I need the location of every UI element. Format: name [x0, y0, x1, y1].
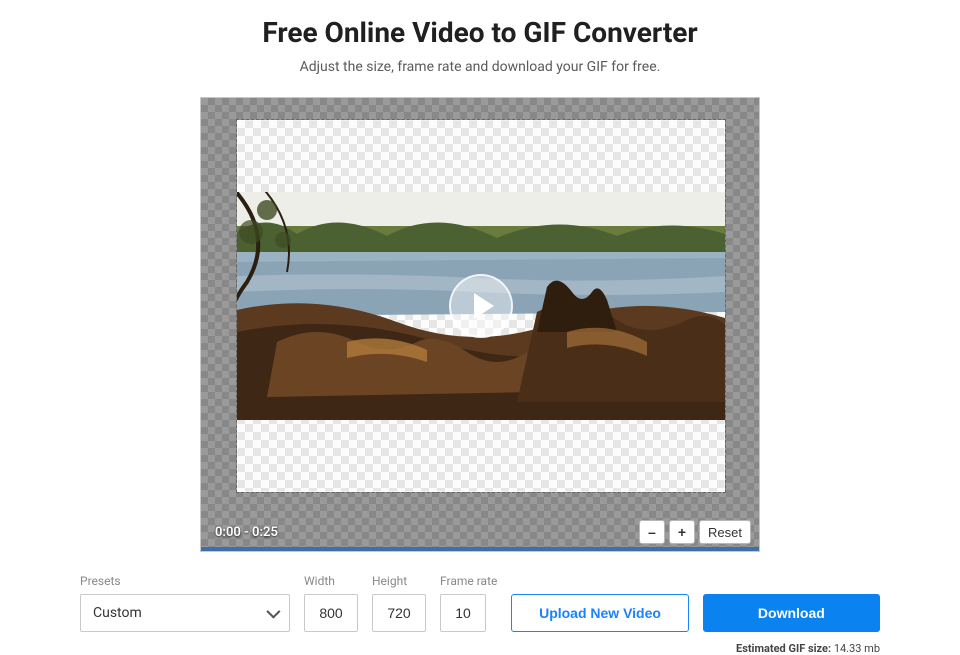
framerate-label: Frame rate	[440, 574, 497, 588]
progress-bar[interactable]	[201, 547, 759, 551]
preview-canvas[interactable]: 0:00 - 0:25 – + Reset	[200, 97, 760, 552]
zoom-out-button[interactable]: –	[639, 520, 665, 544]
controls-row: Presets Custom Width Height Frame rate U…	[0, 552, 960, 632]
presets-select[interactable]: Custom	[80, 594, 290, 632]
width-input[interactable]	[304, 594, 358, 632]
upload-button[interactable]: Upload New Video	[511, 594, 688, 632]
chevron-down-icon	[266, 605, 280, 619]
play-icon	[474, 293, 494, 319]
page-subtitle: Adjust the size, frame rate and download…	[0, 59, 960, 75]
height-label: Height	[372, 574, 426, 588]
estimate-value: 14.33 mb	[834, 642, 880, 655]
estimate-label: Estimated GIF size:	[736, 642, 831, 655]
zoom-controls: – + Reset	[639, 520, 751, 544]
presets-label: Presets	[80, 574, 290, 588]
height-input[interactable]	[372, 594, 426, 632]
zoom-reset-button[interactable]: Reset	[699, 520, 751, 544]
play-button[interactable]	[449, 274, 513, 338]
width-label: Width	[304, 574, 358, 588]
time-range: 0:00 - 0:25	[215, 525, 278, 540]
download-button[interactable]: Download	[703, 594, 880, 632]
crop-selection[interactable]	[237, 120, 725, 492]
presets-value: Custom	[93, 605, 142, 621]
page-title: Free Online Video to GIF Converter	[0, 16, 960, 49]
framerate-input[interactable]	[440, 594, 486, 632]
estimate-text: Estimated GIF size: 14.33 mb	[0, 632, 960, 655]
zoom-in-button[interactable]: +	[669, 520, 695, 544]
